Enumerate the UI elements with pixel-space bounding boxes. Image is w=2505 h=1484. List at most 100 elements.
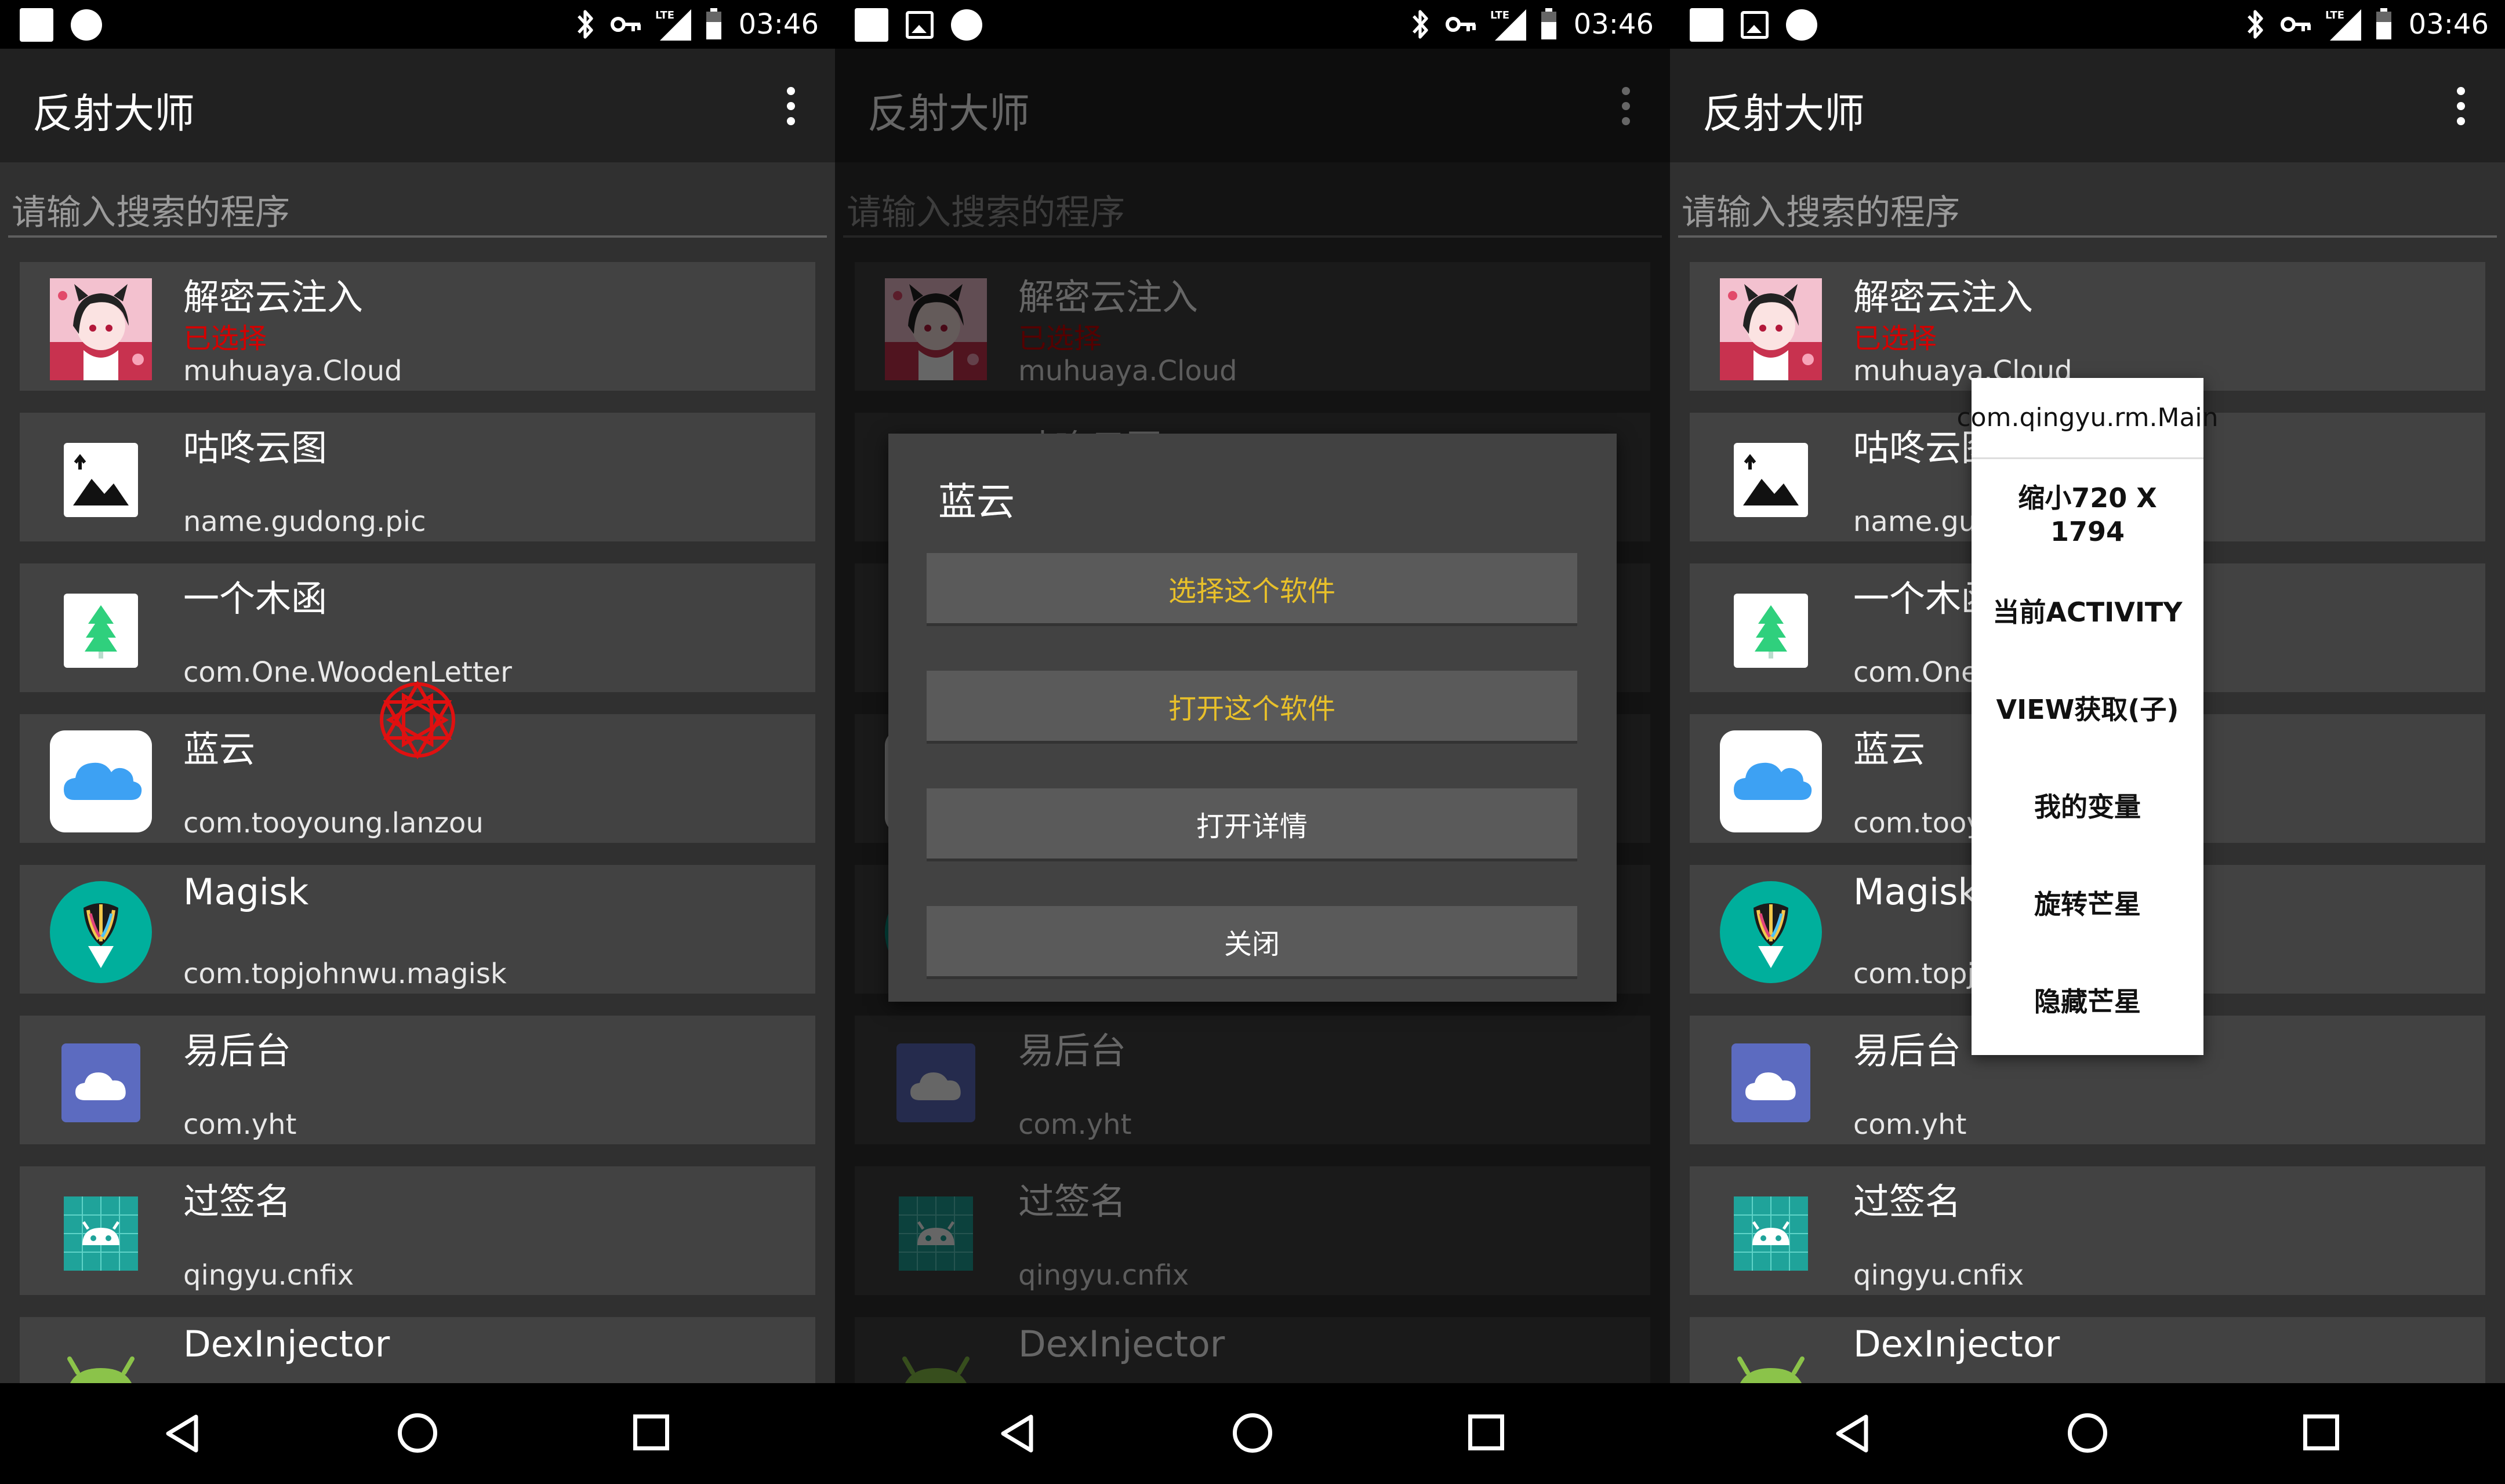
lte-signal-icon: LTE — [2325, 9, 2361, 41]
app-name: 蓝云 — [183, 728, 256, 770]
home-icon[interactable] — [398, 1413, 437, 1453]
navigation-bar — [835, 1383, 1670, 1484]
cloud-icon — [1720, 730, 1822, 832]
android-grid-icon — [50, 1183, 152, 1285]
search-placeholder: 请输入搜索的程序 — [1682, 192, 1960, 233]
notification-circle-icon — [1786, 9, 1817, 41]
back-icon[interactable] — [999, 1413, 1036, 1454]
app-name: 蓝云 — [1853, 728, 1926, 770]
menu-item-hide-star[interactable]: 隐藏芒星 — [1972, 953, 2203, 1050]
screen-popup-menu: LTE 03:46 反射大师 请输入搜索的程序 解密云注入 已选择 muhuaya.… — [1670, 0, 2505, 1484]
picture-icon — [1720, 429, 1822, 531]
app-name: 一个木函 — [183, 577, 328, 620]
lte-signal-icon: LTE — [1490, 9, 1526, 41]
app-package: com.One.WoodenLetter — [183, 656, 512, 689]
app-list-item[interactable]: 解密云注入已选择muhuaya.Cloud — [20, 262, 815, 391]
purple-cloud-icon — [1720, 1032, 1822, 1134]
app-name: 易后台 — [1853, 1030, 1962, 1072]
app-list-item[interactable]: 解密云注入已选择muhuaya.Cloud — [1690, 262, 2485, 391]
recents-icon[interactable] — [633, 1414, 669, 1450]
app-name: 易后台 — [183, 1030, 292, 1072]
lte-signal-icon: LTE — [655, 9, 691, 41]
app-package: name.gudong.pic — [183, 505, 426, 538]
magisk-icon — [1720, 881, 1822, 983]
app-package: qingyu.cnfix — [1853, 1259, 2024, 1292]
status-bar: LTE 03:46 — [0, 0, 835, 49]
popup-header: com.qingyu.rm.Main — [1956, 378, 2219, 459]
clock: 03:46 — [2408, 8, 2489, 41]
notification-icons — [1690, 8, 1817, 42]
app-package: com.topjohnwu.magisk — [183, 958, 507, 990]
status-icons: LTE 03:46 — [574, 7, 819, 42]
action-dialog: 蓝云 选择这个软件 打开这个软件 打开详情 关闭 — [888, 434, 1617, 1002]
menu-item-rotate-star[interactable]: 旋转芒星 — [1972, 856, 2203, 953]
navigation-bar — [0, 1383, 835, 1484]
app-list-item[interactable]: 咕咚云图 name.gudong.pic — [20, 413, 815, 541]
select-app-button[interactable]: 选择这个软件 — [927, 553, 1577, 626]
selected-badge: 已选择 — [1853, 322, 1937, 355]
battery-icon — [706, 8, 721, 39]
app-name: DexInjector — [1853, 1323, 2060, 1365]
search-input[interactable]: 请输入搜索的程序 — [8, 174, 827, 238]
three-screenshot-panel: LTE 03:46 反射大师 请输入搜索的程序 解密云注入 已选择 muhuaya.… — [0, 0, 2505, 1484]
popup-menu: com.qingyu.rm.Main 缩小720 X 1794 当前ACTIVITY… — [1956, 378, 2219, 1055]
back-icon[interactable] — [1834, 1413, 1871, 1454]
more-vert-icon[interactable] — [2455, 87, 2467, 125]
app-toolbar: 反射大师 — [0, 49, 835, 162]
svg-text:LTE: LTE — [655, 9, 674, 21]
tree-icon — [1720, 580, 1822, 682]
cloud-icon — [50, 730, 152, 832]
recents-icon[interactable] — [1468, 1414, 1504, 1450]
open-details-button[interactable]: 打开详情 — [927, 788, 1577, 861]
screen-list: LTE 03:46 反射大师 请输入搜索的程序 解密云注入 已选择 muhuaya.… — [0, 0, 835, 1484]
status-bar: LTE 03:46 — [1670, 0, 2505, 49]
image-notification-icon — [1741, 11, 1769, 39]
battery-icon — [1541, 8, 1556, 39]
app-title: 反射大师 — [1702, 90, 1865, 137]
hexagram-marker-icon[interactable] — [376, 678, 459, 762]
app-package: com.tooyoung.lanzou — [183, 807, 484, 839]
app-title: 反射大师 — [32, 90, 195, 137]
status-icons: LTE 03:46 — [2244, 7, 2489, 42]
notification-circle-icon — [951, 9, 982, 41]
home-icon[interactable] — [1233, 1413, 1272, 1453]
home-icon[interactable] — [2068, 1413, 2107, 1453]
open-app-button[interactable]: 打开这个软件 — [927, 671, 1577, 744]
navigation-bar — [1670, 1383, 2505, 1484]
app-package: com.yht — [1853, 1108, 1967, 1141]
vpn-key-icon — [2280, 17, 2311, 32]
vpn-key-icon — [610, 17, 641, 32]
back-icon[interactable] — [164, 1413, 201, 1454]
menu-item-resize[interactable]: 缩小720 X 1794 — [1972, 466, 2203, 563]
app-list-item[interactable]: 一个木函 com.One.WoodenLetter — [20, 563, 815, 692]
bluetooth-icon — [577, 10, 593, 39]
app-name: 过签名 — [1853, 1180, 1962, 1223]
bluetooth-icon — [1412, 10, 1428, 39]
app-toolbar: 反射大师 — [1670, 49, 2505, 162]
notification-circle-icon — [71, 9, 102, 41]
status-bar: LTE 03:46 — [835, 0, 1670, 49]
search-placeholder: 请输入搜索的程序 — [12, 192, 290, 233]
app-name: Magisk — [183, 871, 309, 913]
notification-square-icon — [20, 8, 53, 42]
app-name: 解密云注入 — [1853, 276, 2034, 318]
clock: 03:46 — [1573, 8, 1654, 41]
bluetooth-icon — [2247, 10, 2263, 39]
app-package: muhuaya.Cloud — [183, 355, 402, 387]
app-list-item[interactable]: 过签名 qingyu.cnfix — [20, 1166, 815, 1295]
app-list-item[interactable]: 易后台 com.yht — [20, 1016, 815, 1144]
more-vert-icon[interactable] — [785, 87, 797, 125]
app-list-item[interactable]: 过签名 qingyu.cnfix — [1690, 1166, 2485, 1295]
menu-item-my-variables[interactable]: 我的变量 — [1972, 758, 2203, 856]
menu-item-current-activity[interactable]: 当前ACTIVITY — [1972, 563, 2203, 661]
notification-icons — [855, 8, 982, 42]
clock: 03:46 — [738, 8, 819, 41]
menu-item-view-get-child[interactable]: VIEW获取(子) — [1972, 661, 2203, 758]
search-input[interactable]: 请输入搜索的程序 — [1678, 174, 2497, 238]
app-list-item[interactable]: Magisk com.topjohnwu.magisk — [20, 865, 815, 994]
selected-badge: 已选择 — [183, 322, 267, 355]
app-name: 过签名 — [183, 1180, 292, 1223]
recents-icon[interactable] — [2303, 1414, 2339, 1450]
app-name: DexInjector — [183, 1323, 390, 1365]
close-button[interactable]: 关闭 — [927, 906, 1577, 979]
